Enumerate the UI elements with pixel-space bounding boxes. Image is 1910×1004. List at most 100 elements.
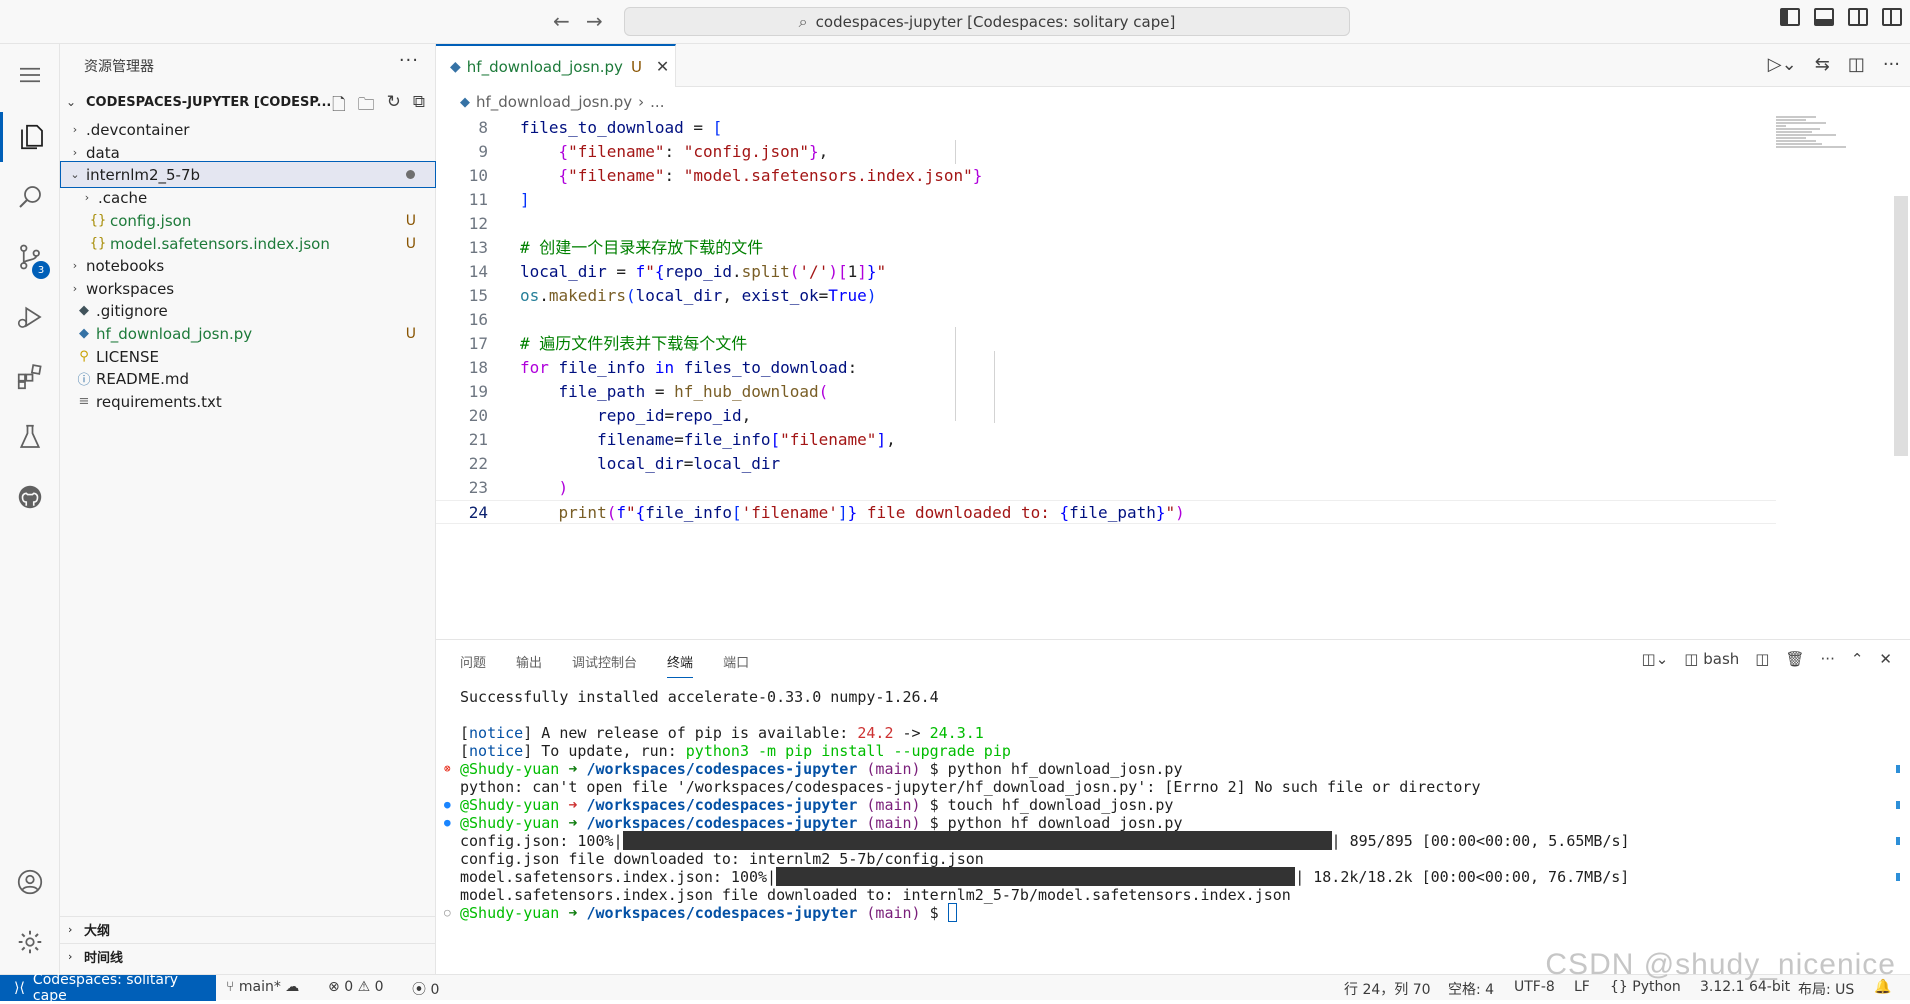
terminal-prompt-line: ○ @Shudy-yuan ➜ /workspaces/codespaces-ju…: [444, 902, 957, 924]
error-decoration-icon[interactable]: ⊗: [444, 758, 451, 780]
line-number: 22: [468, 454, 488, 473]
indentation[interactable]: 空格: 4: [1448, 979, 1494, 999]
minimap[interactable]: [1776, 116, 1856, 176]
back-arrow-icon[interactable]: ←: [553, 10, 570, 32]
split-terminal-icon[interactable]: ◫: [1755, 650, 1769, 668]
line-number: 9: [478, 142, 488, 161]
remote-indicator[interactable]: ⟩⟨ Codespaces: solitary cape: [0, 972, 216, 1004]
chevron-right-icon: ›: [68, 950, 73, 963]
progress-stats: | 18.2k/18.2k [00:00<00:00, 76.7MB/s]: [1295, 868, 1630, 886]
layout-controls: [1780, 8, 1910, 26]
command-center-text: codespaces-jupyter [Codespaces: solitary…: [815, 12, 1176, 31]
toggle-primary-sidebar-icon[interactable]: [1780, 8, 1800, 26]
chevron-down-icon: ⌄: [70, 168, 80, 181]
toggle-panel-icon[interactable]: [1814, 8, 1834, 26]
testing-icon[interactable]: [0, 412, 60, 462]
extensions-icon[interactable]: [0, 352, 60, 402]
chevron-down-icon: ⌄: [66, 95, 77, 109]
success-decoration-icon[interactable]: ●: [444, 812, 451, 834]
watermark: CSDN @shudy_nicenice: [1545, 948, 1896, 981]
terminal-shell-selector[interactable]: ◫ bash: [1684, 650, 1739, 668]
sidebar-more-button[interactable]: ···: [399, 50, 419, 71]
untracked-status: U: [405, 212, 416, 229]
git-branch-icon: ⑂: [226, 979, 239, 995]
tree-item-label: internlm2_5-7b: [86, 165, 201, 184]
port-count: 0: [430, 982, 440, 998]
text-file-icon: ≡: [78, 394, 90, 409]
run-debug-icon[interactable]: [0, 292, 60, 342]
code-line: 22 local_dir=local_dir: [436, 452, 1776, 476]
close-tab-icon[interactable]: ✕: [656, 57, 669, 76]
tab-debug-console[interactable]: 调试控制台: [572, 652, 637, 678]
run-file-icon[interactable]: ▷⌄: [1768, 54, 1797, 75]
activity-bar: 3: [0, 44, 60, 974]
progress-stats: | 895/895 [00:00<00:00, 5.65MB/s]: [1331, 832, 1630, 850]
accounts-icon[interactable]: [0, 857, 60, 907]
explorer-icon[interactable]: [0, 112, 60, 162]
code-editor[interactable]: 8 files_to_download = [ 9 {"filename": "c…: [436, 116, 1896, 638]
compare-changes-icon[interactable]: ⇆: [1815, 54, 1830, 75]
tree-item-label: requirements.txt: [96, 392, 222, 411]
shell-name: bash: [1703, 650, 1740, 668]
command-center-search[interactable]: ⌕ codespaces-jupyter [Codespaces: solita…: [624, 7, 1350, 36]
line-number: 21: [468, 430, 488, 449]
more-actions-icon[interactable]: ···: [1821, 650, 1835, 668]
keyboard-layout[interactable]: 布局: US: [1798, 979, 1854, 999]
branch-indicator[interactable]: ⑂ main* ☁: [226, 979, 299, 995]
line-number: 12: [468, 214, 488, 233]
person-icon: [17, 869, 43, 895]
tree-item-label: hf_download_josn.py: [96, 324, 253, 343]
breadcrumb-file[interactable]: hf_download_josn.py: [476, 93, 632, 111]
code-line: 20 repo_id=repo_id,: [436, 404, 1776, 428]
maximize-panel-icon[interactable]: ⌃: [1851, 650, 1864, 668]
close-panel-icon[interactable]: ✕: [1879, 650, 1892, 668]
tree-item-label: workspaces: [86, 279, 175, 298]
toggle-secondary-sidebar-icon[interactable]: [1848, 8, 1868, 26]
search-icon: ⌕: [798, 11, 808, 31]
menu-icon[interactable]: [0, 50, 60, 100]
tree-item-requirements[interactable]: ≡ requirements.txt: [60, 388, 436, 415]
more-actions-icon[interactable]: ···: [1883, 54, 1900, 75]
line-number: 24: [468, 503, 488, 522]
manage-icon[interactable]: [0, 917, 60, 967]
tab-problems[interactable]: 问题: [460, 652, 486, 678]
problems-indicator[interactable]: ⊗ 0 ⚠ 0: [328, 979, 384, 995]
tab-hf-download[interactable]: ◆ hf_download_josn.py U ✕: [436, 44, 676, 87]
tab-ports[interactable]: 端口: [723, 652, 749, 678]
code-line: 17 # 遍历文件列表并下载每个文件: [436, 332, 1776, 356]
workspace-name: CODESPACES-JUPYTER [CODESP...: [86, 94, 332, 110]
line-number: 11: [468, 190, 488, 209]
tree-item-label: notebooks: [86, 256, 165, 275]
broadcast-icon: ⦿: [412, 982, 431, 998]
ports-indicator[interactable]: ⦿ 0: [412, 979, 439, 999]
code-line: 11]: [436, 188, 1776, 212]
error-count: 0: [344, 979, 354, 995]
github-icon[interactable]: [0, 472, 60, 522]
code-line: 13 # 创建一个目录来存放下载的文件: [436, 236, 1776, 260]
cursor-position[interactable]: 行 24，列 70: [1344, 979, 1431, 999]
new-terminal-dropdown-icon[interactable]: ◫⌄: [1642, 650, 1669, 668]
forward-arrow-icon[interactable]: →: [586, 10, 603, 32]
modified-dot-icon: [406, 170, 415, 179]
breadcrumb-symbol[interactable]: ...: [650, 93, 664, 111]
kill-terminal-icon[interactable]: 🗑: [1785, 650, 1804, 668]
code-line-current: 24 print(f"{file_info['filename']} file …: [436, 500, 1776, 524]
editor-scrollbar[interactable]: [1894, 196, 1908, 456]
timeline-section[interactable]: › 时间线: [60, 943, 436, 969]
empty-decoration-icon[interactable]: ○: [444, 902, 451, 924]
chevron-right-icon: ›: [72, 146, 78, 159]
code-line: 16: [436, 308, 1776, 332]
source-control-icon[interactable]: 3: [0, 232, 60, 282]
code-line: 18 for file_info in files_to_download:: [436, 356, 1776, 380]
outline-section[interactable]: › 大纲: [60, 916, 436, 942]
search-view-icon[interactable]: [0, 172, 60, 222]
code-line: 19 file_path = hf_hub_download(: [436, 380, 1776, 404]
split-editor-icon[interactable]: ◫: [1848, 54, 1865, 75]
line-number: 15: [468, 286, 488, 305]
tab-output[interactable]: 输出: [516, 652, 542, 678]
chevron-right-icon: ›: [72, 123, 78, 136]
line-number: 23: [468, 478, 488, 497]
editor-tab-bar: ◆ hf_download_josn.py U ✕ ▷⌄ ⇆ ◫ ···: [436, 44, 1910, 87]
customize-layout-icon[interactable]: [1882, 8, 1902, 26]
tab-terminal[interactable]: 终端: [667, 652, 694, 678]
